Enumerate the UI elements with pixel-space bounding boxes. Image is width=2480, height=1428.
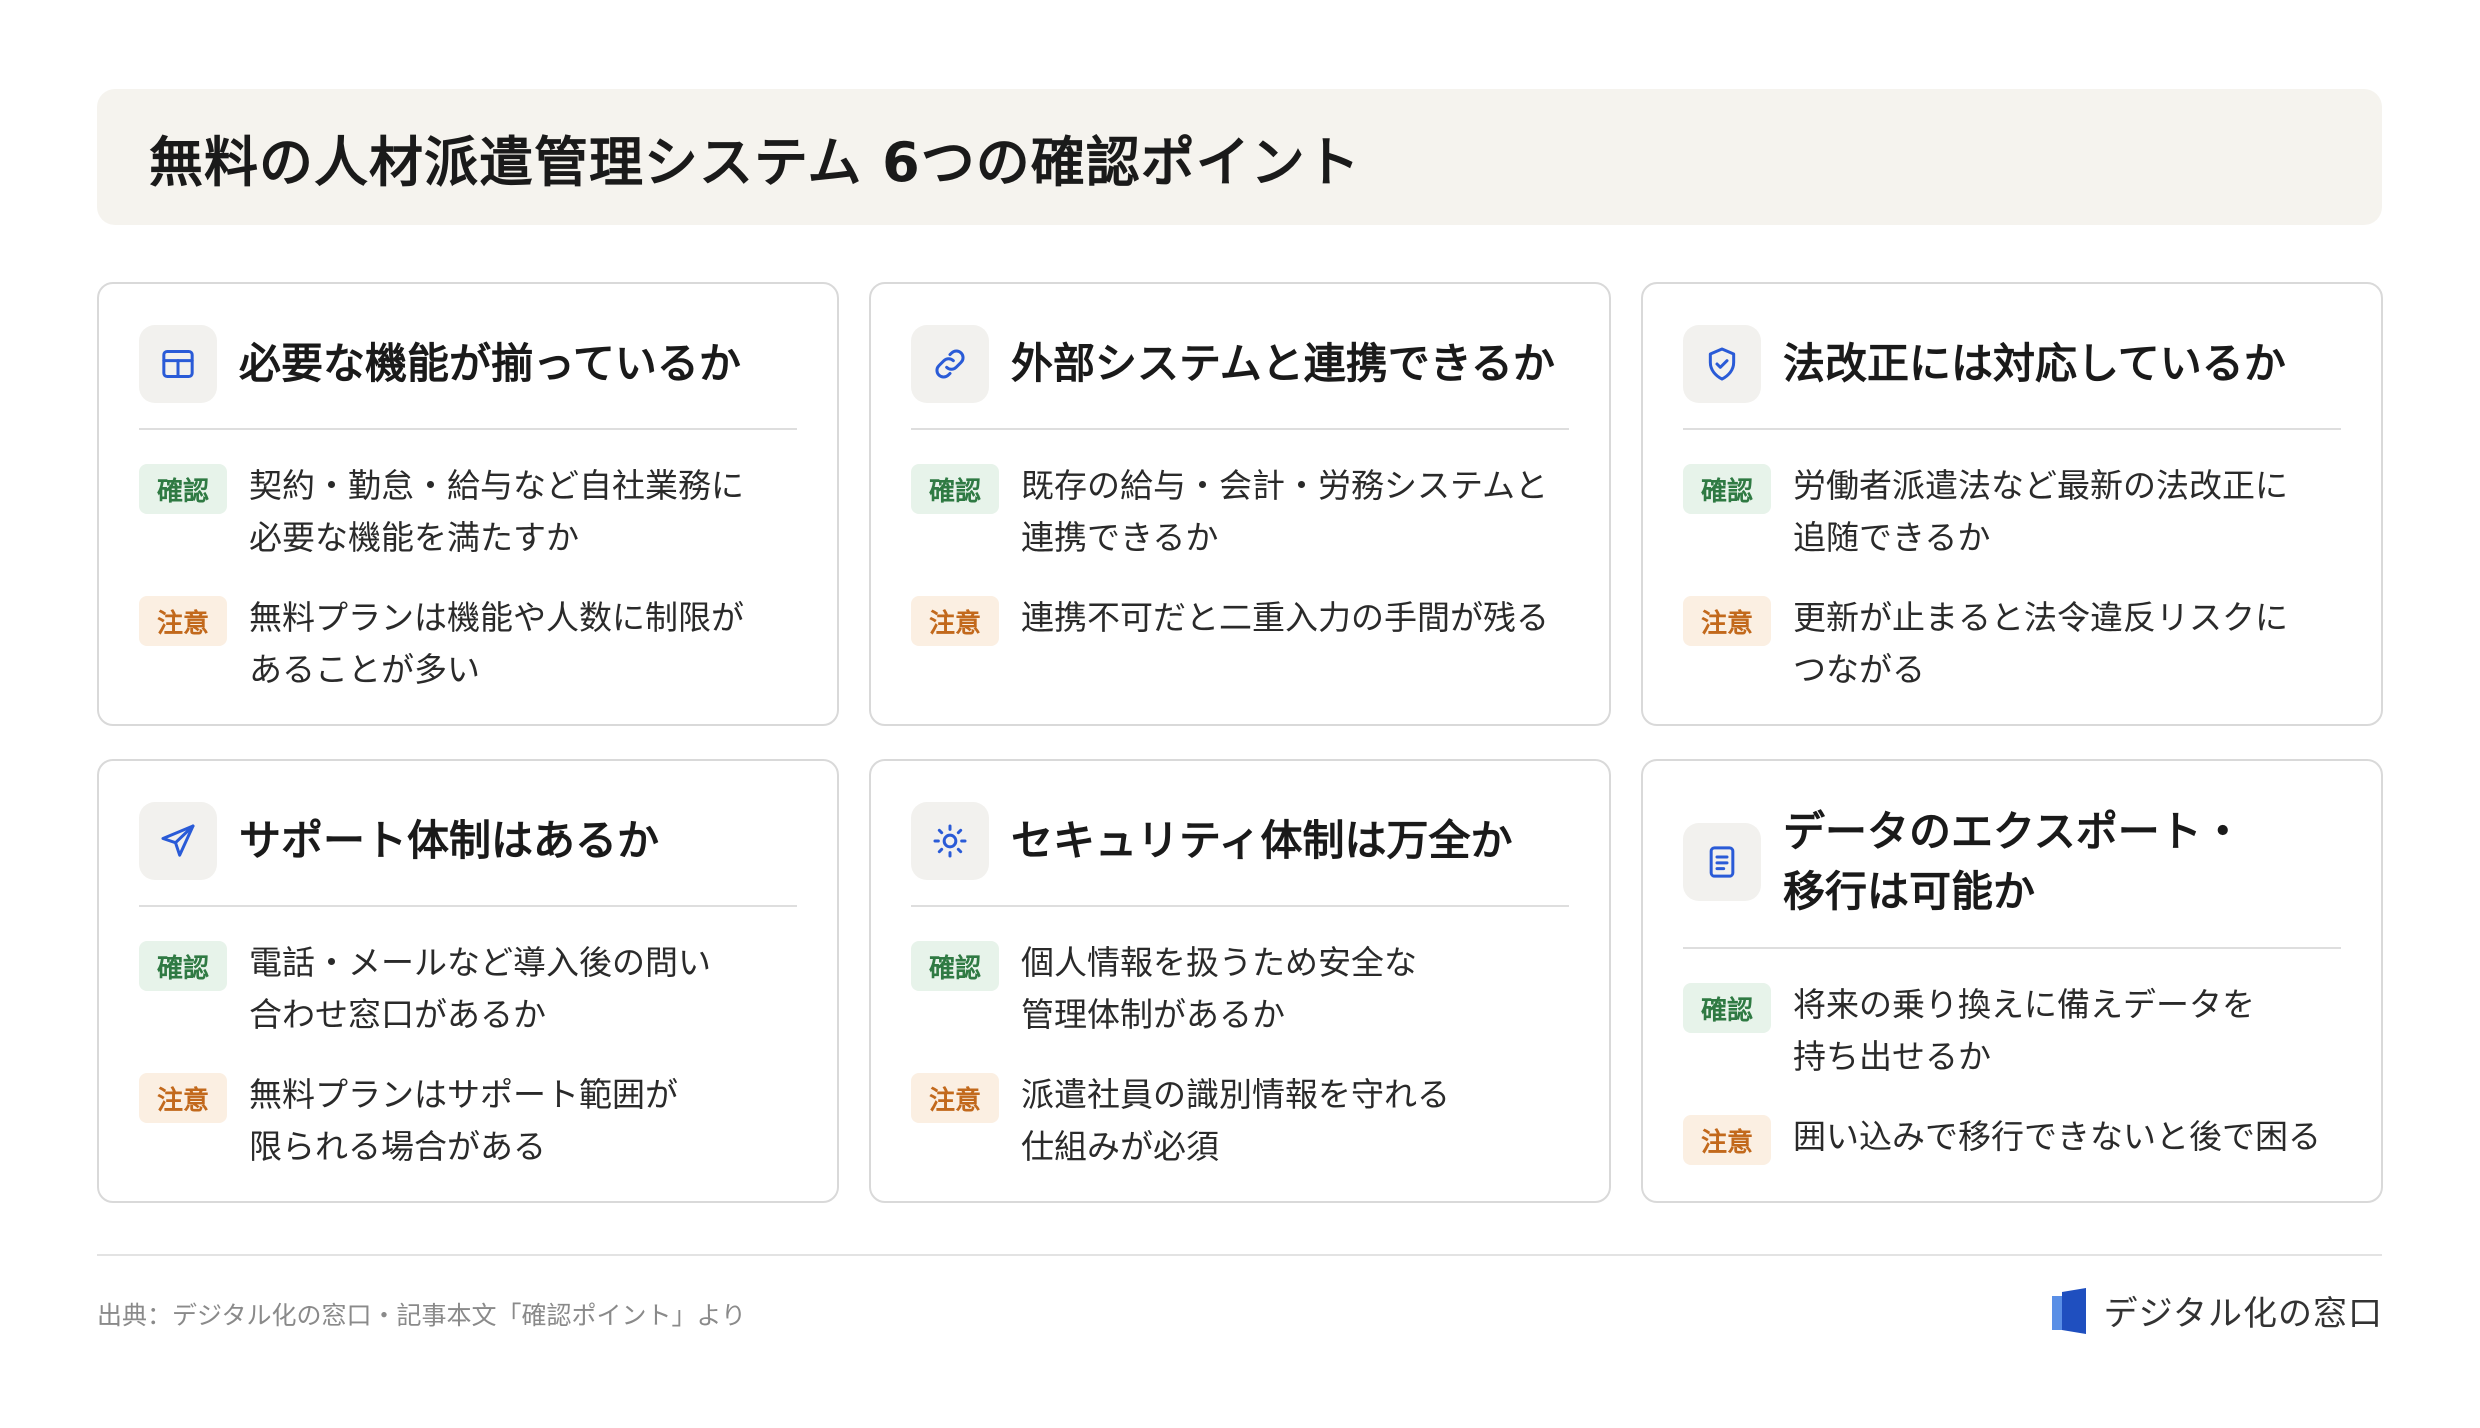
card-legal: 法改正には対応しているか 確認 労働者派遣法など最新の法改正に 追随できるか 注… (1641, 282, 2383, 726)
brand-name: デジタル化の窓口 (2103, 1294, 2383, 1334)
shield-check-icon (1683, 325, 1761, 403)
confirm-text: 個人情報を扱うため安全な 管理体制があるか (1021, 943, 1417, 1034)
send-icon (139, 802, 217, 880)
caution-text: 派遣社員の識別情報を守れる 仕組みが必須 (1021, 1075, 1450, 1166)
confirm-row: 確認 契約・勤怠・給与など自社業務に 必要な機能を満たすか (139, 460, 797, 564)
link-icon (911, 325, 989, 403)
card-header: 必要な機能が揃っているか (139, 324, 797, 404)
card-title: 外部システムと連携できるか (1011, 339, 1555, 388)
caution-badge: 注意 (139, 596, 227, 646)
divider (1683, 947, 2341, 949)
brand-logo: デジタル化の窓口 (2050, 1286, 2383, 1335)
confirm-badge: 確認 (1683, 983, 1771, 1033)
card-features: 必要な機能が揃っているか 確認 契約・勤怠・給与など自社業務に 必要な機能を満た… (97, 282, 839, 726)
footer-divider (97, 1254, 2382, 1256)
caution-text: 連携不可だと二重入力の手間が残る (1021, 598, 1549, 637)
caution-text: 囲い込みで移行できないと後で困る (1793, 1117, 2321, 1156)
caution-badge: 注意 (1683, 596, 1771, 646)
page-title: 無料の人材派遣管理システム 6つの確認ポイント (149, 130, 1361, 194)
card-title: サポート体制はあるか (239, 816, 660, 865)
confirm-badge: 確認 (911, 941, 999, 991)
layout-grid-icon (139, 325, 217, 403)
divider (911, 428, 1569, 430)
caution-badge: 注意 (1683, 1115, 1771, 1165)
card-header: セキュリティ体制は万全か (911, 801, 1569, 881)
card-header: 法改正には対応しているか (1683, 324, 2341, 404)
divider (1683, 428, 2341, 430)
confirm-text: 電話・メールなど導入後の問い 合わせ窓口があるか (249, 943, 711, 1034)
caution-row: 注意 無料プランは機能や人数に制限が あることが多い (139, 592, 797, 696)
card-header: データのエクスポート・ 移行は可能か (1683, 801, 2341, 923)
caution-row: 注意 更新が止まると法令違反リスクに つながる (1683, 592, 2341, 696)
confirm-badge: 確認 (139, 941, 227, 991)
card-security: セキュリティ体制は万全か 確認 個人情報を扱うため安全な 管理体制があるか 注意… (869, 759, 1611, 1203)
confirm-badge: 確認 (1683, 464, 1771, 514)
infographic-page: 無料の人材派遣管理システム 6つの確認ポイント 必要な機能が揃っているか 確認 … (0, 0, 2480, 1428)
card-header: サポート体制はあるか (139, 801, 797, 881)
card-title: 必要な機能が揃っているか (239, 339, 741, 388)
card-header: 外部システムと連携できるか (911, 324, 1569, 404)
window-logo-icon (2050, 1287, 2090, 1334)
caution-row: 注意 無料プランはサポート範囲が 限られる場合がある (139, 1069, 797, 1173)
confirm-row: 確認 電話・メールなど導入後の問い 合わせ窓口があるか (139, 937, 797, 1041)
caution-badge: 注意 (139, 1073, 227, 1123)
caution-row: 注意 連携不可だと二重入力の手間が残る (911, 592, 1569, 646)
divider (139, 428, 797, 430)
confirm-row: 確認 将来の乗り換えに備えデータを 持ち出せるか (1683, 979, 2341, 1083)
confirm-row: 確認 既存の給与・会計・労務システムと 連携できるか (911, 460, 1569, 564)
card-title: データのエクスポート・ 移行は可能か (1783, 807, 2244, 916)
card-integration: 外部システムと連携できるか 確認 既存の給与・会計・労務システムと 連携できるか… (869, 282, 1611, 726)
checkpoint-grid: 必要な機能が揃っているか 確認 契約・勤怠・給与など自社業務に 必要な機能を満た… (97, 282, 2383, 1203)
source-note: 出典：デジタル化の窓口・記事本文「確認ポイント」より (97, 1301, 747, 1330)
caution-row: 注意 派遣社員の識別情報を守れる 仕組みが必須 (911, 1069, 1569, 1173)
caution-badge: 注意 (911, 596, 999, 646)
card-export: データのエクスポート・ 移行は可能か 確認 将来の乗り換えに備えデータを 持ち出… (1641, 759, 2383, 1203)
confirm-badge: 確認 (139, 464, 227, 514)
confirm-text: 将来の乗り換えに備えデータを 持ち出せるか (1793, 985, 2255, 1076)
document-icon (1683, 823, 1761, 901)
card-support: サポート体制はあるか 確認 電話・メールなど導入後の問い 合わせ窓口があるか 注… (97, 759, 839, 1203)
confirm-row: 確認 個人情報を扱うため安全な 管理体制があるか (911, 937, 1569, 1041)
caution-badge: 注意 (911, 1073, 999, 1123)
caution-text: 無料プランはサポート範囲が 限られる場合がある (249, 1075, 678, 1166)
divider (911, 905, 1569, 907)
confirm-text: 契約・勤怠・給与など自社業務に 必要な機能を満たすか (249, 466, 744, 557)
card-title: セキュリティ体制は万全か (1011, 816, 1513, 865)
confirm-text: 既存の給与・会計・労務システムと 連携できるか (1021, 466, 1549, 557)
title-banner: 無料の人材派遣管理システム 6つの確認ポイント (97, 89, 2382, 225)
confirm-row: 確認 労働者派遣法など最新の法改正に 追随できるか (1683, 460, 2341, 564)
sun-icon (911, 802, 989, 880)
caution-text: 無料プランは機能や人数に制限が あることが多い (249, 598, 744, 689)
caution-row: 注意 囲い込みで移行できないと後で困る (1683, 1111, 2341, 1165)
divider (139, 905, 797, 907)
confirm-badge: 確認 (911, 464, 999, 514)
caution-text: 更新が止まると法令違反リスクに つながる (1793, 598, 2288, 689)
card-title: 法改正には対応しているか (1783, 339, 2286, 388)
confirm-text: 労働者派遣法など最新の法改正に 追随できるか (1793, 466, 2288, 557)
